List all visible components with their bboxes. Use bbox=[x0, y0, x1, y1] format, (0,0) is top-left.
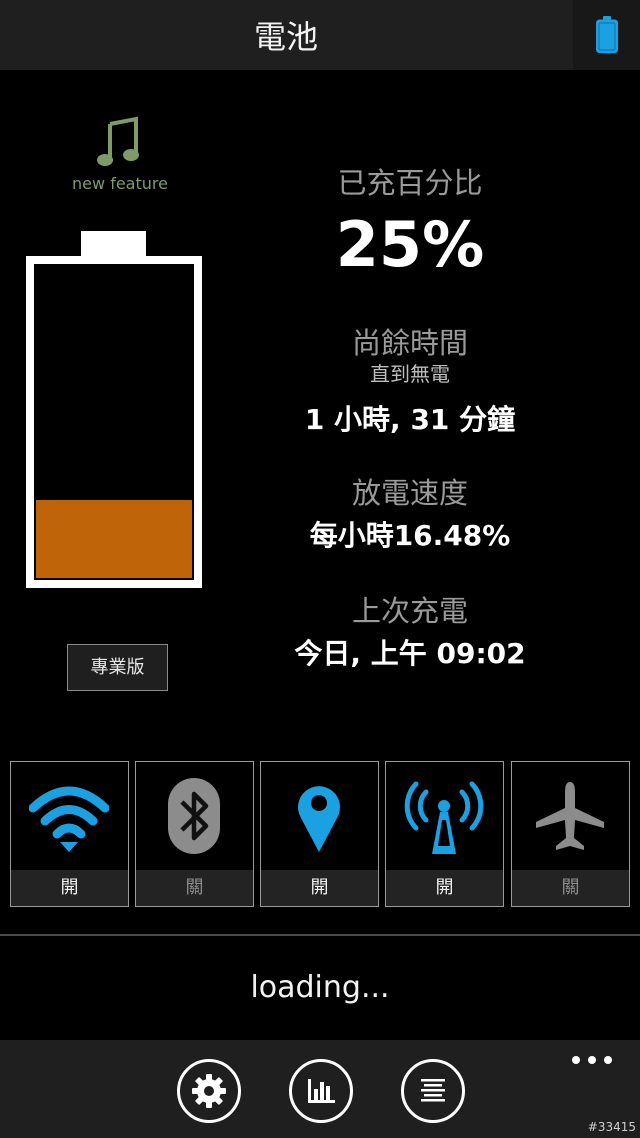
app-bar bbox=[0, 1040, 640, 1138]
charged-percent-value: 25% bbox=[335, 208, 485, 281]
music-note-icon[interactable] bbox=[96, 116, 140, 172]
battery-status-icon[interactable] bbox=[573, 0, 640, 70]
list-icon bbox=[421, 1079, 445, 1102]
discharge-rate-label: 放電速度 bbox=[351, 476, 468, 510]
divider bbox=[0, 934, 640, 936]
location-state: 開 bbox=[261, 870, 378, 906]
page-title: 電池 bbox=[253, 18, 318, 56]
airplane-toggle[interactable]: 關 bbox=[511, 761, 630, 907]
charged-percent-label: 已充百分比 bbox=[337, 166, 483, 200]
loading-text: loading... bbox=[250, 970, 390, 1005]
bluetooth-toggle[interactable]: 關 bbox=[135, 761, 254, 907]
bluetooth-state: 關 bbox=[136, 870, 253, 906]
location-toggle[interactable]: 開 bbox=[260, 761, 379, 907]
cellular-state: 開 bbox=[386, 870, 503, 906]
airplane-icon bbox=[512, 762, 629, 870]
remaining-time-value: 1 小時, 31 分鐘 bbox=[304, 403, 516, 436]
cellular-toggle[interactable]: 開 bbox=[385, 761, 504, 907]
settings-icon bbox=[192, 1074, 226, 1108]
discharge-rate-value: 每小時16.48% bbox=[309, 519, 511, 552]
wifi-toggle[interactable]: 開 bbox=[10, 761, 129, 907]
new-feature-label[interactable]: new feature bbox=[40, 174, 200, 193]
watermark: #33415 bbox=[587, 1120, 636, 1134]
list-button[interactable] bbox=[401, 1059, 465, 1123]
wifi-state: 開 bbox=[11, 870, 128, 906]
remaining-time-sublabel: 直到無電 bbox=[370, 362, 450, 386]
location-pin-icon bbox=[261, 762, 378, 870]
chart-icon bbox=[308, 1079, 335, 1103]
more-icon[interactable] bbox=[570, 1050, 614, 1070]
settings-button[interactable] bbox=[177, 1059, 241, 1123]
last-charge-value: 今日, 上午 09:02 bbox=[294, 637, 526, 670]
battery-fill bbox=[36, 500, 192, 578]
remaining-time-label: 尚餘時間 bbox=[351, 326, 468, 360]
pro-version-button[interactable]: 專業版 bbox=[67, 644, 168, 691]
header: 電池 bbox=[0, 0, 640, 70]
last-charge-label: 上次充電 bbox=[351, 594, 468, 628]
battery-gauge bbox=[26, 231, 202, 588]
wifi-icon bbox=[11, 762, 128, 870]
cellular-antenna-icon bbox=[386, 762, 503, 870]
airplane-state: 關 bbox=[512, 870, 629, 906]
bluetooth-icon bbox=[136, 762, 253, 870]
chart-button[interactable] bbox=[289, 1059, 353, 1123]
